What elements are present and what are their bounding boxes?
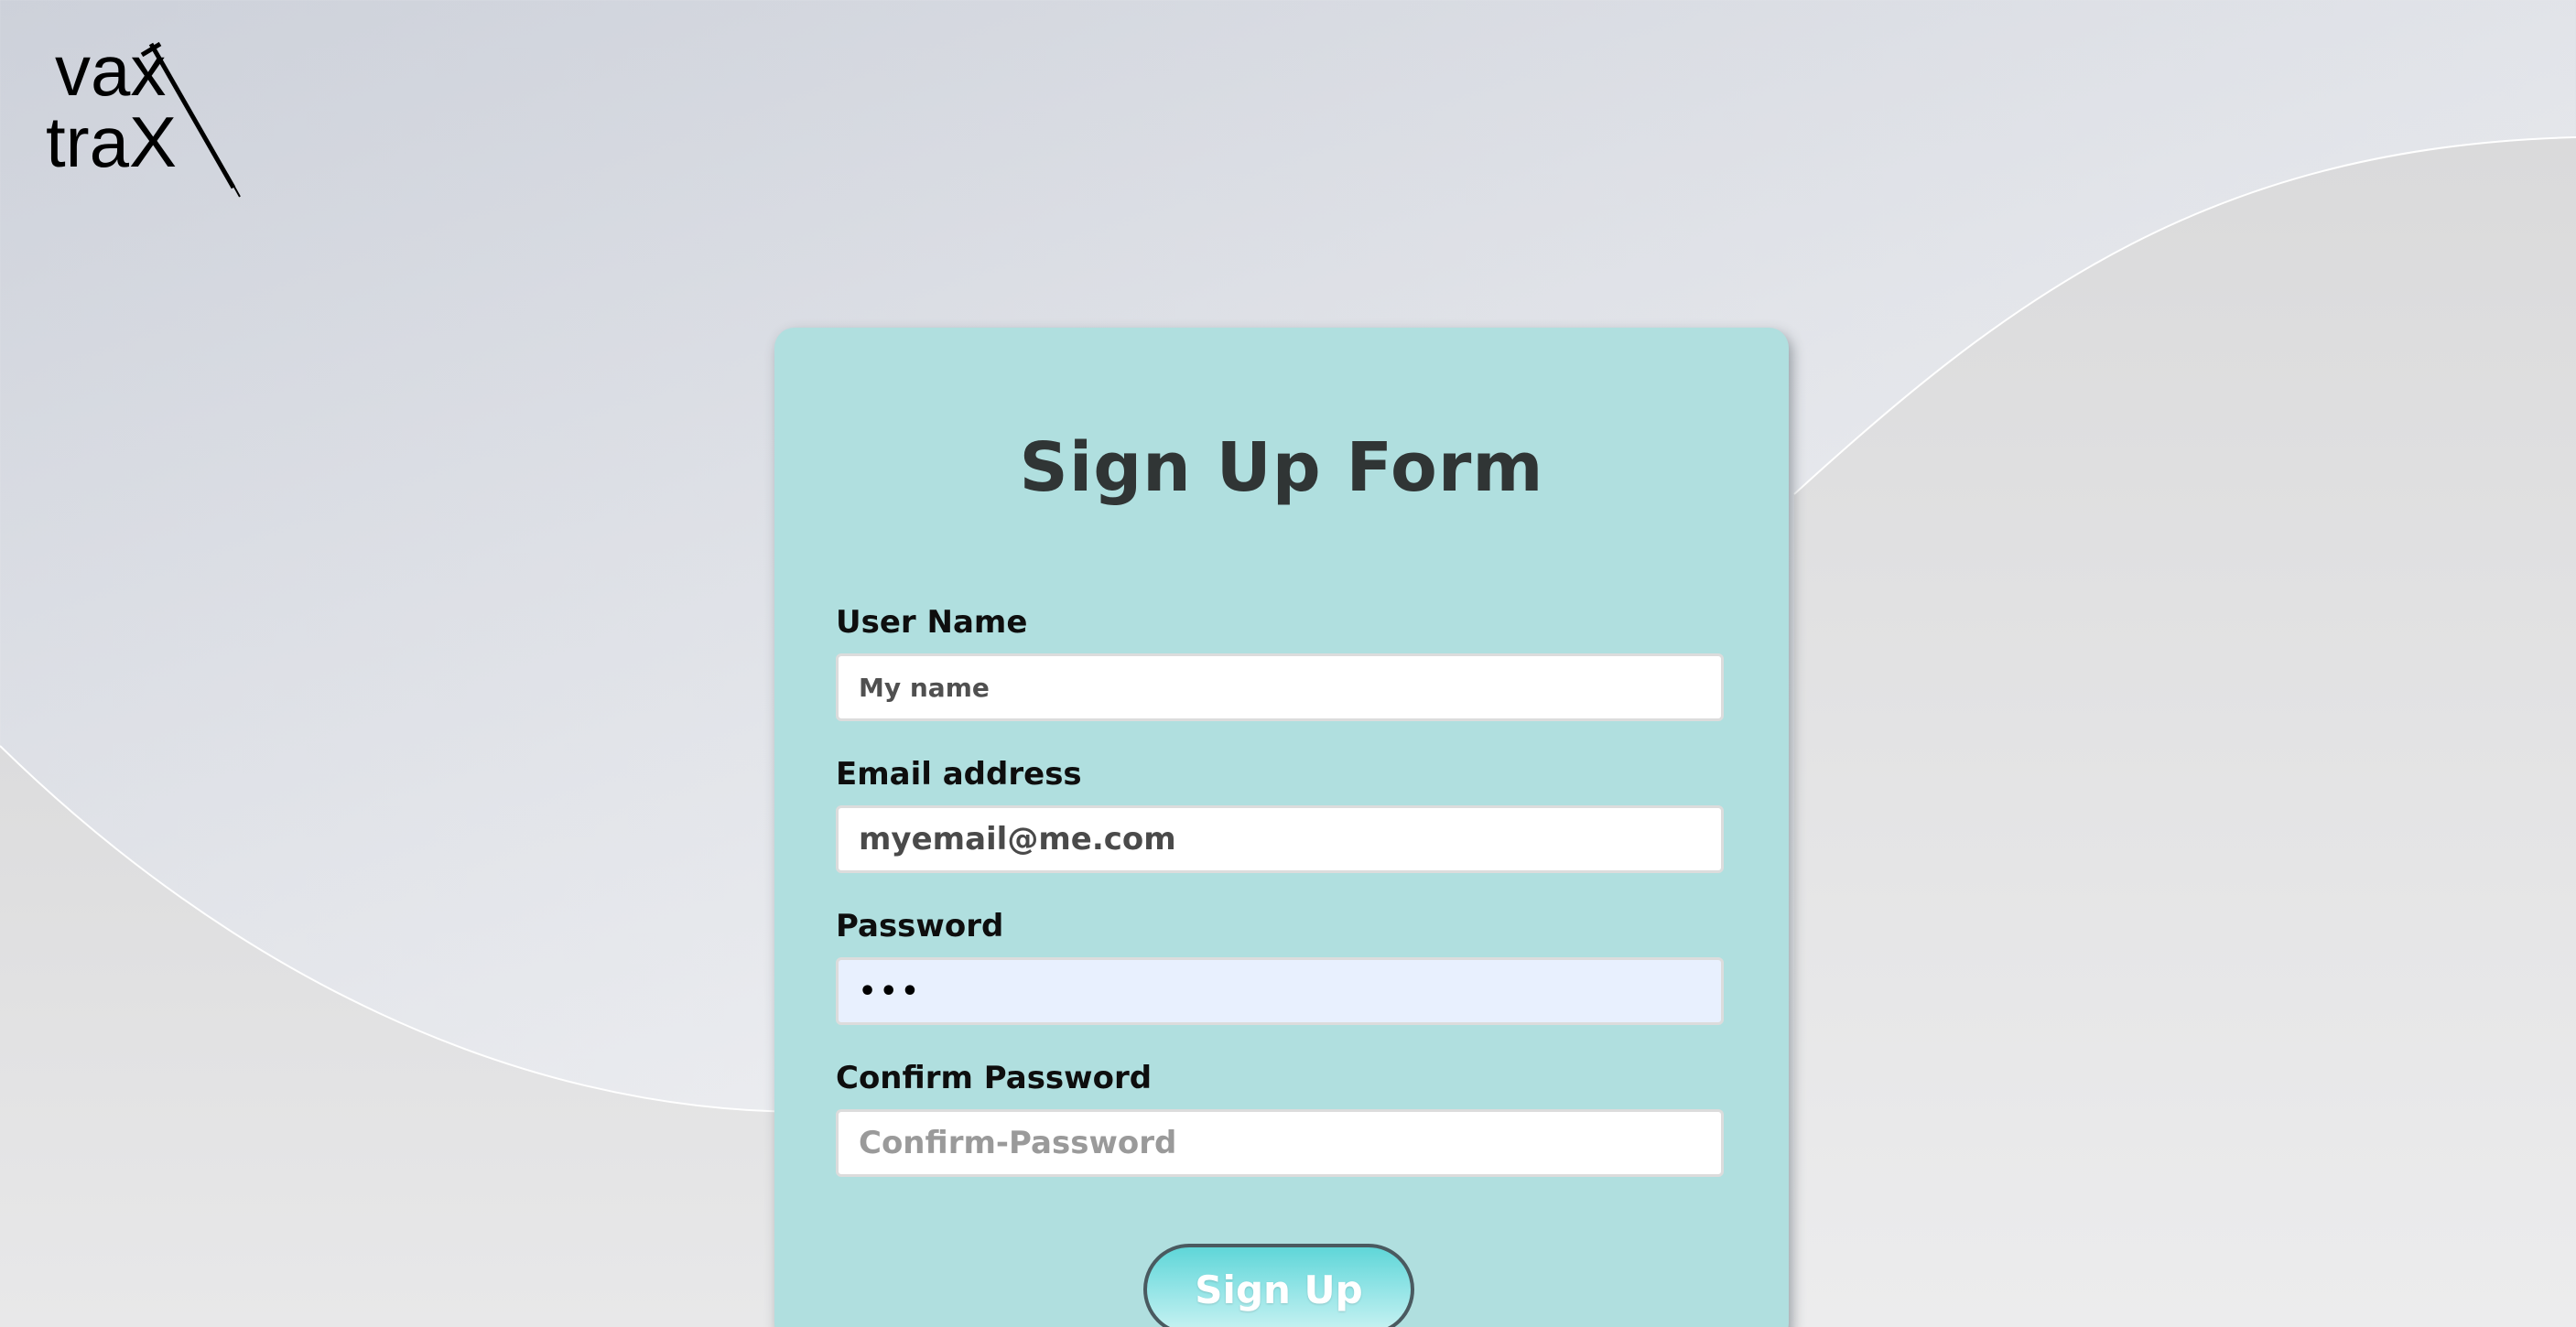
lower-left-wave (0, 746, 806, 1327)
logo-line1: vax (55, 37, 166, 111)
username-label: User Name (836, 604, 1028, 641)
confirm-password-input[interactable] (836, 1109, 1724, 1177)
vaxtrax-logo: vax traX (46, 37, 241, 198)
right-wave (1794, 137, 2576, 1327)
password-input[interactable] (836, 957, 1724, 1025)
username-input[interactable] (836, 653, 1724, 721)
form-title: Sign Up Form (1019, 428, 1544, 507)
email-label: Email address (836, 756, 1082, 793)
sign-up-button[interactable]: Sign Up (1143, 1244, 1414, 1327)
confirm-password-label: Confirm Password (836, 1060, 1153, 1096)
password-label: Password (836, 908, 1004, 944)
signup-form-card: Sign Up Form User Name Email address Pas… (774, 328, 1789, 1327)
logo-line2: traX (46, 102, 177, 182)
email-input[interactable] (836, 805, 1724, 873)
